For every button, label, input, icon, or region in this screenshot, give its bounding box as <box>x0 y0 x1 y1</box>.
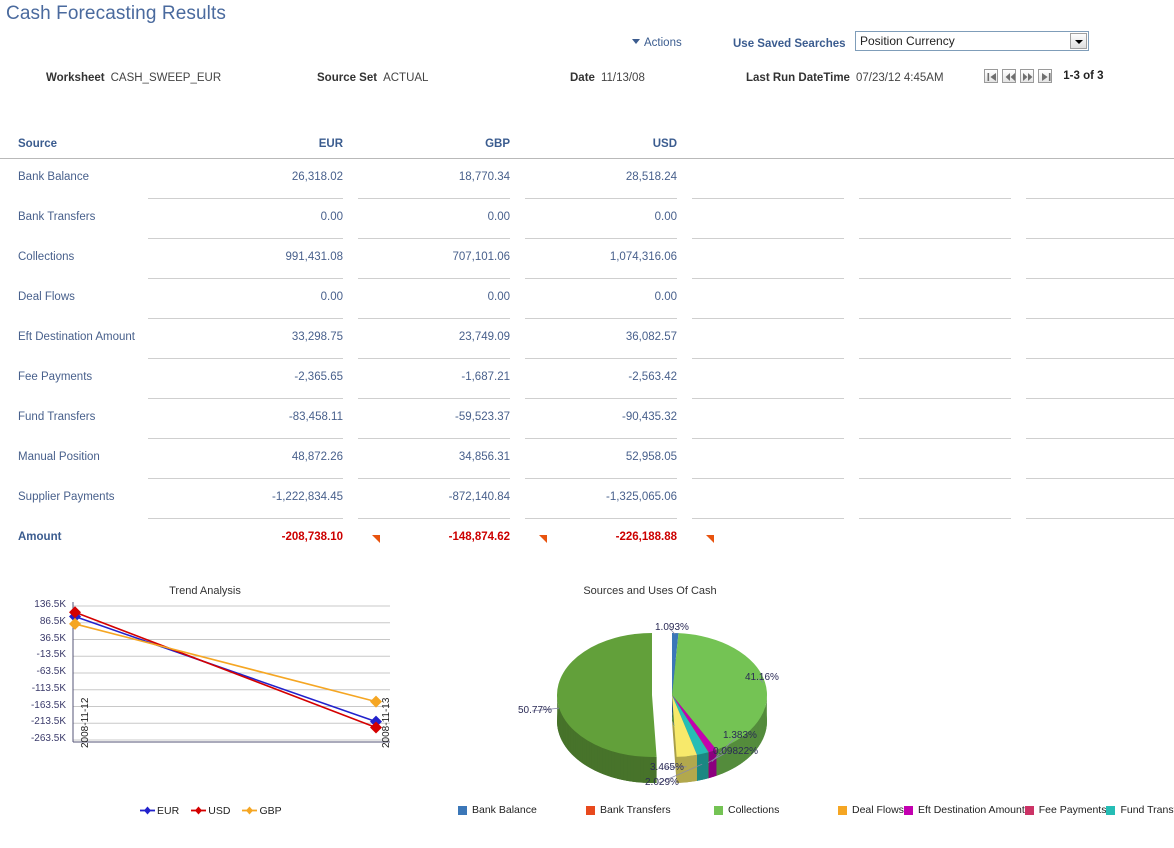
pie-slice-percent-label: 2.029% <box>645 777 679 788</box>
pie-slice-percent-label: 50.77% <box>518 705 552 716</box>
legend-swatch <box>714 805 723 815</box>
legend-swatch <box>903 805 913 815</box>
pie-slice-percent-label: 0.09822% <box>713 746 759 757</box>
legend-swatch <box>1106 805 1116 815</box>
pie-slice-percent-label: 41.16% <box>745 672 779 683</box>
legend-label: Bank Balance <box>472 804 537 816</box>
pie-chart-legend: Bank Balance Bank Transfers Collections Dea… <box>458 804 1174 816</box>
pie-chart-canvas <box>531 627 768 784</box>
legend-label: Deal Flows <box>852 804 904 816</box>
pie-slice-percent-label: 3.465% <box>650 762 684 773</box>
legend-item: Fund Transfers <box>1106 804 1174 816</box>
pie-slice-percent-label: 1.383% <box>723 730 757 741</box>
pie-slice-percent-label: 1.093% <box>655 622 689 633</box>
legend-label: Eft Destination Amount <box>917 804 1025 816</box>
legend-item: Eft Destination Amount <box>903 804 1025 816</box>
legend-label: Fund Transfers <box>1120 804 1174 816</box>
legend-label: Fee Payments <box>1038 804 1107 816</box>
legend-item: Bank Transfers <box>586 804 714 816</box>
legend-item: Fee Payments <box>1024 804 1107 816</box>
legend-swatch <box>838 805 847 815</box>
legend-label: Collections <box>728 804 780 816</box>
legend-swatch <box>458 805 467 815</box>
legend-swatch <box>586 805 595 815</box>
legend-label: Bank Transfers <box>600 804 671 816</box>
legend-item: Deal Flows <box>838 804 904 816</box>
legend-item: Collections <box>714 804 838 816</box>
legend-swatch <box>1024 805 1034 815</box>
legend-item: Bank Balance <box>458 804 586 816</box>
